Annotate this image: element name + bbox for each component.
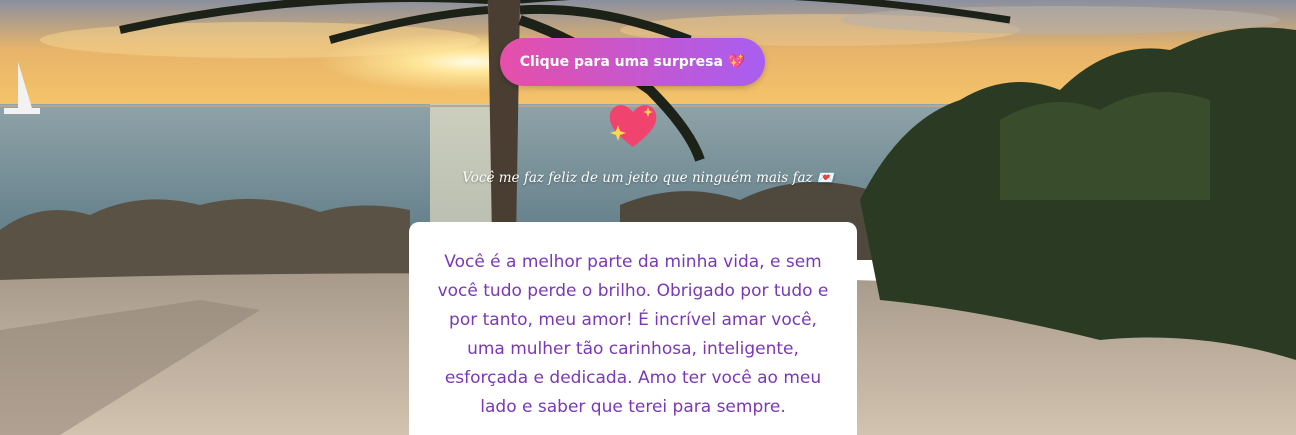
message-text: Você é a melhor parte da minha vida, e s… [437,252,829,417]
sparkling-heart-icon [606,101,660,149]
surprise-button[interactable]: Clique para uma surpresa 💖 [500,38,765,86]
subtitle-text: Você me faz feliz de um jeito que ningué… [462,170,834,186]
message-card: Você é a melhor parte da minha vida, e s… [409,222,857,435]
